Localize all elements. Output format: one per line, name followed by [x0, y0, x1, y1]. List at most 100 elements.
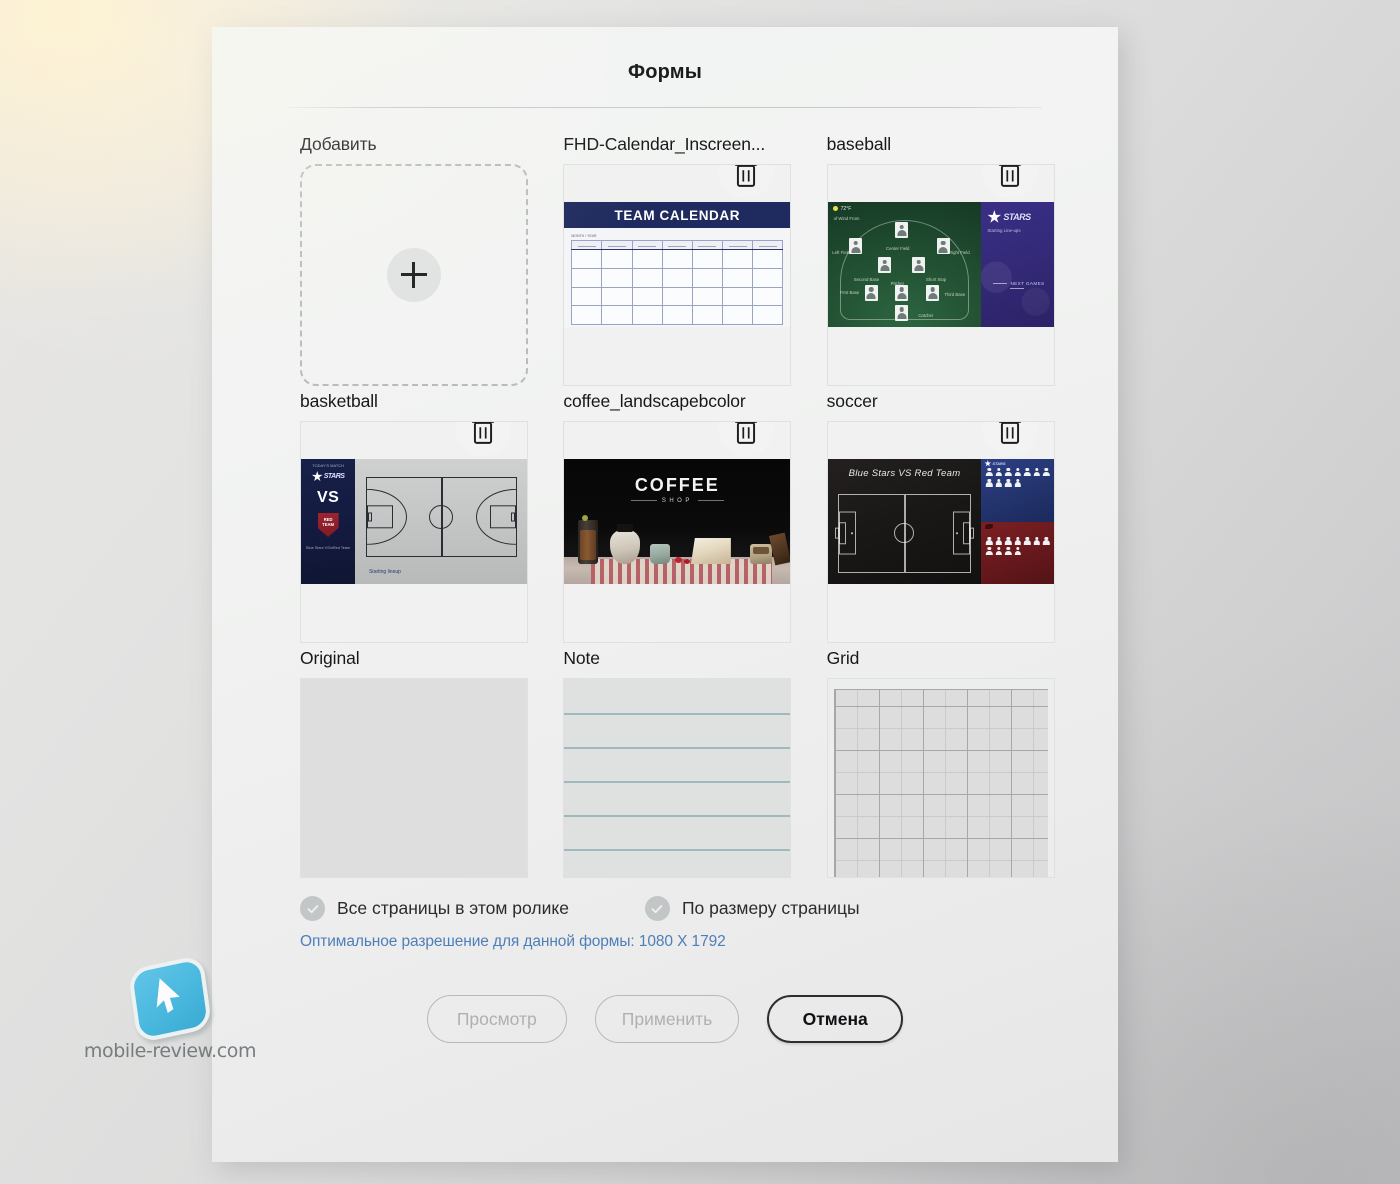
calendar-body: MONTH / YEAR: [564, 228, 791, 327]
option-all-pages[interactable]: Все страницы в этом ролике: [300, 896, 569, 921]
basketball-court: Starting lineup: [355, 459, 527, 584]
delete-template-button[interactable]: [981, 165, 1038, 199]
player-marker: [895, 222, 909, 238]
apply-button[interactable]: Применить: [594, 995, 740, 1043]
player-icon: [1042, 468, 1050, 477]
site-watermark: mobile-review.com: [80, 954, 260, 1062]
option-fit-page[interactable]: По размеру страницы: [644, 896, 860, 921]
note-rule: [564, 815, 791, 817]
player-icon: [1033, 537, 1041, 546]
template-grid: Добавить FHD-Calendar_Inscreen... TEAM C…: [300, 133, 1060, 878]
player-icon: [1014, 537, 1022, 546]
trash-icon: [735, 165, 758, 187]
title-divider: [288, 107, 1042, 108]
checkmark-glyph: [307, 904, 318, 913]
player-icon: [1042, 537, 1050, 546]
player-icon: [1004, 468, 1012, 477]
checkmark-glyph: [652, 904, 663, 913]
note-rule: [564, 781, 791, 783]
template-tile-coffee[interactable]: coffee_landscapebcolor COFFEE SHOP: [563, 390, 796, 643]
tile-thumbnail[interactable]: Blue Stars VS Red Team STARS: [826, 421, 1055, 643]
penalty-spot-right: [955, 532, 958, 535]
check-circle-icon[interactable]: [644, 896, 670, 921]
court-hoop-left: [367, 512, 372, 521]
goal-left: [835, 528, 840, 539]
cancel-button[interactable]: Отмена: [767, 995, 904, 1043]
basketball-info-panel: TODAY'S MATCH STARS VS RED TEAM Blue Sta…: [301, 459, 356, 584]
resolution-hint: Оптимальное разрешение для данной формы:…: [300, 933, 1118, 951]
resolution-hint-value: 1080 X 1792: [638, 933, 726, 950]
calendar-artwork: TEAM CALENDAR MONTH / YEAR: [564, 202, 791, 327]
player-icon: [1004, 537, 1012, 546]
blue-team-roster: STARS: [981, 459, 1054, 522]
blue-player-list: [984, 468, 1050, 488]
player-icon: [995, 547, 1003, 556]
soccer-artwork: Blue Stars VS Red Team STARS: [827, 459, 1054, 584]
tile-thumbnail[interactable]: [300, 678, 528, 878]
original-artwork: [301, 679, 527, 877]
baseball-artwork: 72°F of Wind From Center Field Left Fiel…: [827, 202, 1054, 327]
soccer-rosters: STARS: [981, 459, 1054, 584]
pitch-center-circle: [894, 523, 915, 544]
player-marker: [895, 304, 909, 321]
resolution-hint-text: Оптимальное разрешение для данной формы:: [300, 933, 635, 950]
player-icon: [995, 537, 1003, 546]
page-title: Формы: [627, 61, 703, 83]
delete-template-button[interactable]: [981, 422, 1038, 456]
check-circle-icon[interactable]: [300, 896, 325, 921]
add-template-dropzone[interactable]: [300, 164, 528, 386]
player-icon: [995, 468, 1003, 477]
player-icon: [985, 537, 993, 546]
preview-button[interactable]: Просмотр: [426, 995, 567, 1043]
player-icon: [1023, 468, 1031, 477]
delete-template-button[interactable]: [718, 422, 775, 456]
position-label: Pitcher: [890, 280, 905, 286]
option-label: Все страницы в этом ролике: [337, 898, 569, 918]
position-label: Left Field: [832, 249, 850, 255]
tile-thumbnail[interactable]: [826, 678, 1055, 878]
grid-artwork: [833, 689, 1048, 877]
projected-wall-background: Формы Добавить FHD-Calendar_Inscreen...: [0, 0, 1400, 1184]
tile-thumbnail[interactable]: TEAM CALENDAR MONTH / YEAR: [563, 164, 792, 386]
coffee-title: COFFEE: [634, 475, 720, 496]
trash-icon: [998, 165, 1021, 187]
template-tile-note[interactable]: Note: [563, 647, 796, 878]
vs-label: VS: [316, 489, 340, 506]
player-icon: [1014, 468, 1022, 477]
tile-thumbnail[interactable]: [563, 678, 792, 878]
delete-template-button[interactable]: [455, 422, 511, 456]
penalty-spot-left: [851, 532, 853, 535]
coffee-subtitle: SHOP: [564, 498, 790, 504]
court-caption: Starting lineup: [368, 569, 401, 576]
star-icon: [984, 460, 992, 467]
template-tile-original[interactable]: Original: [300, 647, 533, 878]
tile-label: Grid: [826, 648, 860, 668]
template-tile-calendar[interactable]: FHD-Calendar_Inscreen... TEAM CALENDAR M…: [563, 133, 796, 386]
position-label: Third Base: [944, 292, 966, 297]
tile-thumbnail[interactable]: 72°F of Wind From Center Field Left Fiel…: [826, 164, 1055, 386]
tile-label: Добавить: [300, 134, 377, 154]
sun-icon: [832, 206, 838, 212]
position-label: Short Stop: [926, 277, 947, 282]
tile-thumbnail[interactable]: TODAY'S MATCH STARS VS RED TEAM Blue Sta…: [300, 421, 528, 643]
note-rule: [564, 849, 791, 851]
tile-label: coffee_landscapebcolor: [563, 391, 746, 411]
soccer-headline: Blue Stars VS Red Team: [848, 467, 961, 479]
template-tile-basketball[interactable]: basketball TODAY'S MATCH STARS VS RED TE…: [300, 390, 533, 643]
template-tile-add[interactable]: Добавить: [300, 133, 533, 386]
delete-template-button[interactable]: [718, 165, 775, 199]
tile-label: soccer: [826, 391, 878, 411]
add-button[interactable]: [387, 248, 441, 302]
trash-icon: [998, 422, 1021, 444]
player-icon: [1004, 547, 1012, 556]
template-tile-soccer[interactable]: soccer Blue Stars VS Red Team STARS: [826, 390, 1060, 643]
tile-thumbnail[interactable]: COFFEE SHOP: [563, 421, 792, 643]
soccer-chalkboard: Blue Stars VS Red Team: [827, 459, 982, 584]
star-icon: [987, 210, 1002, 223]
note-rule: [564, 713, 791, 715]
tile-label: FHD-Calendar_Inscreen...: [563, 134, 766, 154]
template-tile-baseball[interactable]: baseball 72°F of Wind From Center Field …: [826, 133, 1060, 386]
tile-label: Original: [300, 648, 360, 668]
cursor-logo-icon: [127, 954, 213, 1044]
template-tile-grid[interactable]: Grid: [826, 647, 1060, 878]
